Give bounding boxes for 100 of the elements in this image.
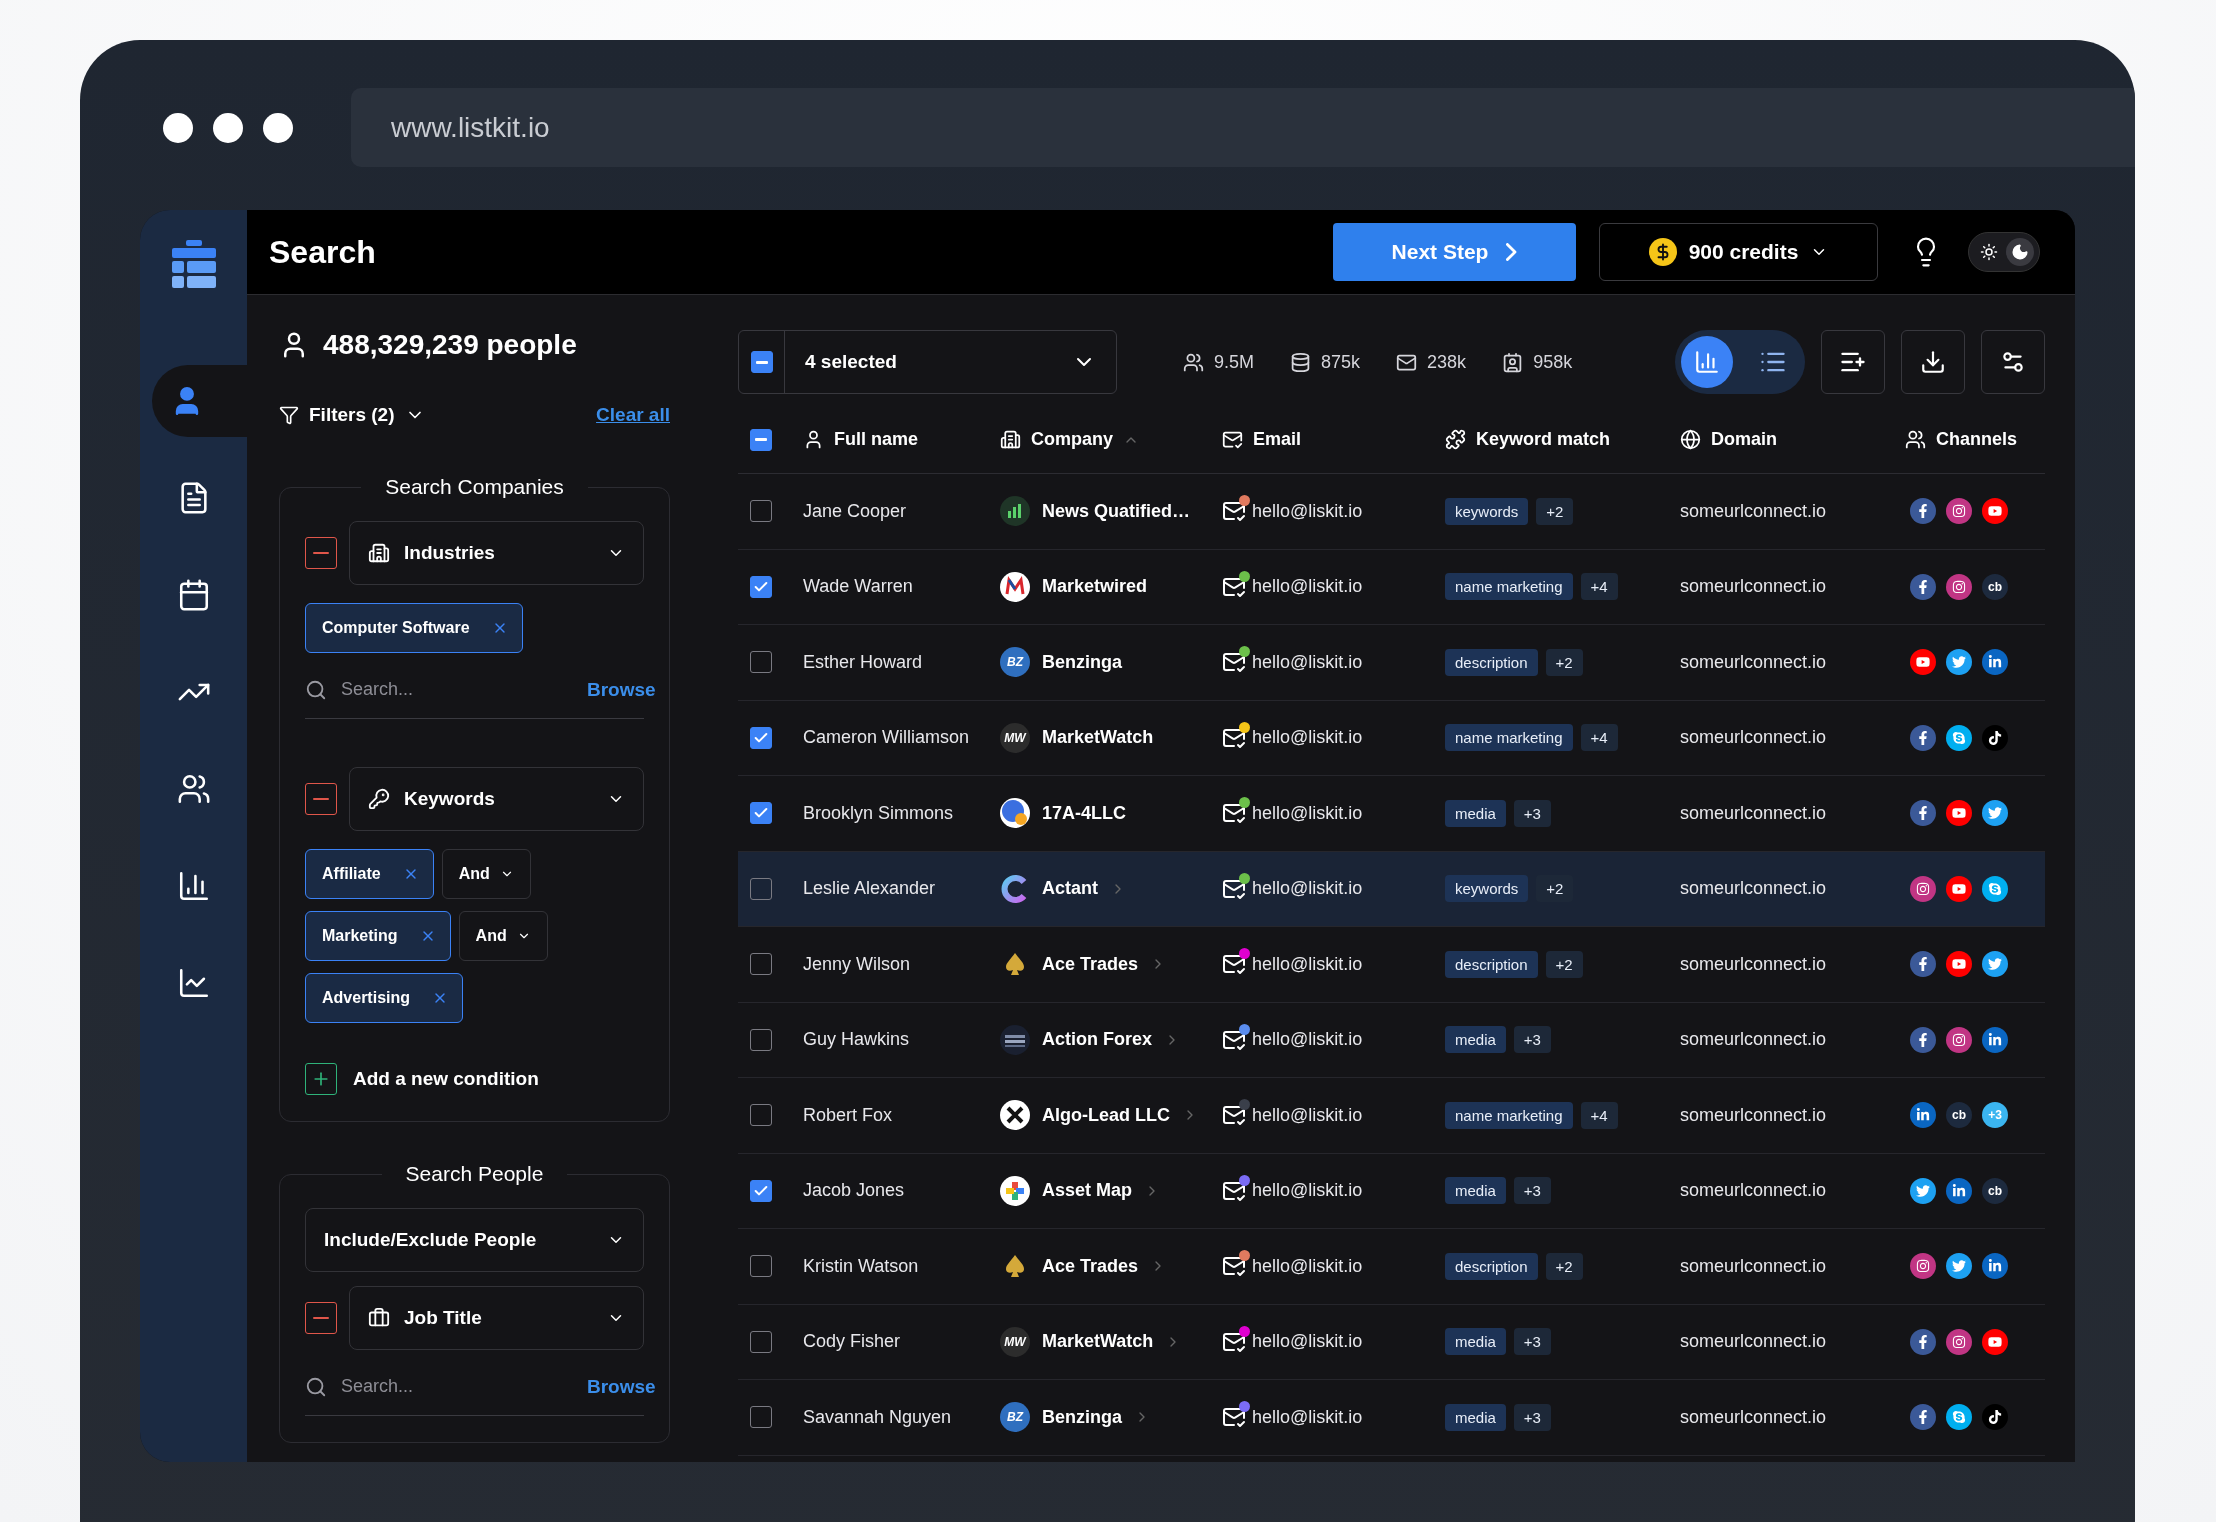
column-header[interactable]: Full name <box>834 429 918 450</box>
row-checkbox[interactable] <box>750 575 772 598</box>
next-step-button[interactable]: Next Step <box>1333 223 1576 281</box>
company-name[interactable]: Asset Map <box>1042 1180 1133 1202</box>
row-checkbox[interactable] <box>750 726 772 749</box>
company-name[interactable]: 17A-4LLC <box>1042 802 1126 824</box>
company-name[interactable]: MarketWatch <box>1042 1331 1154 1353</box>
tiktok-icon[interactable] <box>1982 724 2008 751</box>
table-row[interactable]: Wade Warren Marketwired hello@liskit.io name marketing +4 someurlconnect.io cb <box>738 549 2045 625</box>
linkedin-icon[interactable] <box>1982 649 2008 676</box>
table-row[interactable]: Robert Fox Algo-Lead LLC hello@liskit.io name marketing +4 someurlconnect.io cb +3 <box>738 1078 2045 1154</box>
twitter-icon[interactable] <box>1910 1177 1936 1204</box>
credits-dropdown[interactable]: 900 credits <box>1599 223 1878 281</box>
browse-link[interactable]: Browse <box>587 1375 656 1398</box>
company-name[interactable]: Actant <box>1042 878 1098 900</box>
column-header[interactable]: Domain <box>1711 429 1777 450</box>
twitter-icon[interactable] <box>1982 951 2008 978</box>
twitter-icon[interactable] <box>1982 800 2008 827</box>
row-checkbox[interactable] <box>750 1406 772 1429</box>
add-condition-label[interactable]: Add a new condition <box>353 1068 539 1090</box>
youtube-icon[interactable] <box>1982 498 2008 525</box>
facebook-icon[interactable] <box>1910 573 1936 600</box>
clear-all-link[interactable]: Clear all <box>596 404 670 426</box>
company-name[interactable]: Benzinga <box>1042 1406 1122 1428</box>
highlighted-row[interactable]: Leslie Alexander Actant hello@liskit.io keywords +2 someurlconnect.io <box>738 851 2045 927</box>
condition-select[interactable]: Keywords <box>349 767 644 831</box>
address-bar[interactable]: www.listkit.io <box>351 88 2135 167</box>
instagram-icon[interactable] <box>1910 875 1936 902</box>
row-checkbox[interactable] <box>750 1028 772 1051</box>
row-checkbox[interactable] <box>750 500 772 523</box>
table-row[interactable]: Jenny Wilson Ace Trades hello@liskit.io description +2 someurlconnect.io <box>738 927 2045 1003</box>
row-checkbox[interactable] <box>750 802 772 825</box>
instagram-icon[interactable] <box>1946 1328 1972 1355</box>
company-name[interactable]: News Quatified… <box>1042 500 1191 522</box>
company-name[interactable]: Marketwired <box>1042 576 1148 598</box>
facebook-icon[interactable] <box>1910 1328 1936 1355</box>
linkedin-icon[interactable] <box>1946 1177 1972 1204</box>
filters-dropdown[interactable]: Filters (2) <box>279 404 425 426</box>
facebook-icon[interactable] <box>1910 951 1936 978</box>
settings-button[interactable] <box>1981 330 2045 394</box>
instagram-icon[interactable] <box>1910 1253 1936 1280</box>
table-row[interactable]: Jane Cooper News Quatified… hello@liskit.io keywords +2 someurlconnect.io <box>738 474 2045 550</box>
skype-icon[interactable] <box>1946 724 1972 751</box>
table-row[interactable]: Jacob Jones Asset Map hello@liskit.io media +3 someurlconnect.io cb <box>738 1153 2045 1229</box>
operator-dropdown[interactable]: And <box>441 849 531 899</box>
skype-icon[interactable] <box>1982 875 2008 902</box>
table-row[interactable]: Cody Fisher MW MarketWatch hello@liskit.io media +3 someurlconnect.io <box>738 1304 2045 1380</box>
facebook-icon[interactable] <box>1910 724 1936 751</box>
table-row[interactable]: Brooklyn Simmons 17A-4LLC hello@liskit.io media +3 someurlconnect.io <box>738 776 2045 852</box>
search-field[interactable]: Search... <box>339 1375 575 1398</box>
linkedin-icon[interactable] <box>1910 1102 1936 1129</box>
company-name[interactable]: Ace Trades <box>1042 1255 1139 1277</box>
youtube-icon[interactable] <box>1946 800 1972 827</box>
skype-icon[interactable] <box>1946 1404 1972 1431</box>
selection-dropdown[interactable]: 4 selected <box>738 330 1117 394</box>
row-checkbox[interactable] <box>750 877 772 900</box>
theme-toggle[interactable] <box>1968 232 2040 272</box>
instagram-icon[interactable] <box>1946 498 1972 525</box>
column-header[interactable]: Email <box>1253 429 1302 450</box>
row-checkbox[interactable] <box>750 953 772 976</box>
operator-dropdown[interactable]: And <box>458 911 548 961</box>
row-checkbox[interactable] <box>750 1104 772 1127</box>
youtube-icon[interactable] <box>1946 875 1972 902</box>
include-exclude-select[interactable]: Include/Exclude People <box>305 1208 644 1272</box>
condition-select[interactable]: Industries <box>349 521 644 585</box>
add-column-button[interactable] <box>1821 330 1885 394</box>
column-header[interactable]: Channels <box>1936 429 2018 450</box>
instagram-icon[interactable] <box>1946 1026 1972 1053</box>
company-name[interactable]: Algo-Lead LLC <box>1042 1104 1170 1126</box>
select-all-checkbox[interactable] <box>750 428 772 451</box>
table-row[interactable]: Guy Hawkins Action Forex hello@liskit.io media +3 someurlconnect.io <box>738 1002 2045 1078</box>
company-name[interactable]: Ace Trades <box>1042 953 1139 975</box>
facebook-icon[interactable] <box>1910 800 1936 827</box>
facebook-icon[interactable] <box>1910 498 1936 525</box>
row-checkbox[interactable] <box>750 1255 772 1278</box>
channel-badge[interactable]: cb <box>1982 1177 2008 1204</box>
tiktok-icon[interactable] <box>1982 1404 2008 1431</box>
table-row[interactable]: Kristin Watson Ace Trades hello@liskit.io description +2 someurlconnect.io <box>738 1229 2045 1305</box>
row-checkbox[interactable] <box>750 651 772 674</box>
remove-condition-button[interactable] <box>305 537 337 569</box>
remove-condition-button[interactable] <box>305 783 337 815</box>
table-row[interactable]: Savannah Nguyen BZ Benzinga hello@liskit.io media +3 someurlconnect.io <box>738 1380 2045 1456</box>
column-header[interactable]: Company <box>1031 429 1113 450</box>
add-condition-button[interactable] <box>305 1063 337 1095</box>
column-header[interactable]: Keyword match <box>1476 429 1611 450</box>
channel-badge[interactable]: cb <box>1982 573 2008 600</box>
chart-view-button[interactable] <box>1681 336 1733 388</box>
selection-label[interactable]: 4 selected <box>785 331 1116 393</box>
instagram-icon[interactable] <box>1946 573 1972 600</box>
search-field[interactable]: Search... <box>339 678 575 701</box>
remove-condition-button[interactable] <box>305 1302 337 1334</box>
channel-badge[interactable]: cb <box>1946 1102 1972 1129</box>
table-row[interactable]: Esther Howard BZ Benzinga hello@liskit.io description +2 someurlconnect.io <box>738 625 2045 701</box>
company-name[interactable]: MarketWatch <box>1042 727 1154 749</box>
youtube-icon[interactable] <box>1982 1328 2008 1355</box>
youtube-icon[interactable] <box>1946 951 1972 978</box>
linkedin-icon[interactable] <box>1982 1026 2008 1053</box>
row-checkbox[interactable] <box>750 1179 772 1202</box>
table-row[interactable]: Cameron Williamson MW MarketWatch hello@liskit.io name marketing +4 someurlconnect.io <box>738 700 2045 776</box>
checkbox[interactable] <box>750 351 773 373</box>
